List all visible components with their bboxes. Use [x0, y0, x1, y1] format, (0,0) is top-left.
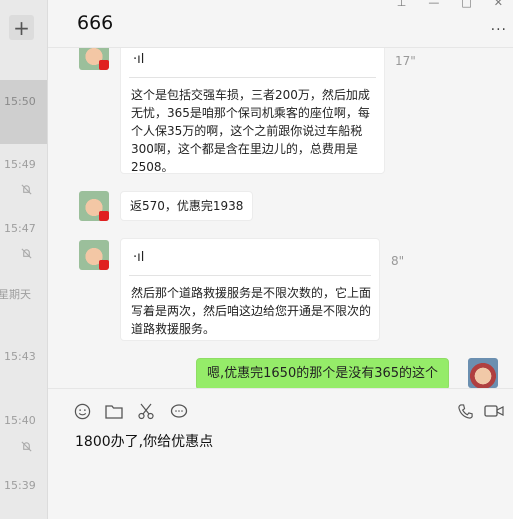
plus-icon: + — [13, 15, 30, 40]
mute-bell-icon — [21, 184, 32, 195]
window-controls: ⊥ — □ ✕ — [397, 0, 503, 9]
emoji-icon[interactable] — [73, 402, 91, 420]
self-avatar[interactable] — [468, 358, 498, 388]
message-input[interactable]: 1800办了,你给优惠点 — [75, 431, 213, 451]
message-list: ·ıl 这个是包括交强车损，三者200万，然后加成无忧，365是咱那个保司机乘客… — [48, 48, 513, 388]
self-text-message[interactable]: 嗯,优惠完1650的那个是没有365的这个 — [196, 358, 450, 388]
conversation-time: 15:50 — [4, 95, 36, 108]
voice-duration: 17" — [395, 54, 416, 68]
conversation-time: 15:39 — [4, 479, 36, 492]
voice-message[interactable]: ·ıl 这个是包括交强车损，三者200万，然后加成无忧，365是咱那个保司机乘客… — [120, 48, 385, 174]
folder-icon[interactable] — [105, 402, 123, 420]
phone-icon[interactable] — [456, 402, 474, 420]
input-area: 1800办了,你给优惠点 — [48, 388, 513, 519]
voice-transcript: 然后那个道路救援服务是不限次数的，它上面写着是两次，然后咱这边给您开通是不限次的… — [129, 275, 371, 346]
conversation-list: + 15:50 15:49 15:47 星期天 15:43 15:40 15:3… — [0, 0, 48, 519]
voice-duration: 8" — [391, 254, 405, 268]
more-icon[interactable]: ··· — [491, 22, 507, 38]
conversation-item-selected[interactable] — [0, 80, 47, 144]
scissors-icon[interactable] — [137, 402, 155, 420]
video-call-icon[interactable] — [483, 402, 505, 420]
conversation-time: 15:47 — [4, 222, 36, 235]
voice-transcript: 这个是包括交强车损，三者200万，然后加成无忧，365是咱那个保司机乘客的座位啊… — [129, 77, 376, 184]
maximize-icon[interactable]: □ — [461, 0, 471, 9]
conversation-time: 星期天 — [0, 288, 31, 301]
conversation-time: 15:49 — [4, 158, 36, 171]
avatar[interactable] — [79, 48, 109, 70]
mute-bell-icon — [21, 441, 32, 452]
conversation-time: 15:43 — [4, 350, 36, 363]
chat-bubble-icon[interactable] — [170, 402, 188, 420]
close-icon[interactable]: ✕ — [494, 0, 503, 9]
voice-message[interactable]: ·ıl 然后那个道路救援服务是不限次数的，它上面写着是两次，然后咱这边给您开通是… — [120, 238, 380, 341]
pin-icon[interactable]: ⊥ — [397, 0, 407, 9]
avatar[interactable] — [79, 191, 109, 221]
minimize-icon[interactable]: — — [428, 0, 439, 9]
chat-header: 666 ⊥ — □ ✕ ··· — [48, 0, 513, 48]
add-chat-button[interactable]: + — [9, 15, 34, 40]
chat-title: 666 — [77, 12, 114, 34]
text-message[interactable]: 返570，优惠完1938 — [120, 191, 254, 221]
voice-icon[interactable]: ·ıl — [121, 49, 384, 71]
avatar[interactable] — [79, 240, 109, 270]
mute-bell-icon — [21, 248, 32, 259]
conversation-time: 15:40 — [4, 414, 36, 427]
voice-icon[interactable]: ·ıl — [121, 247, 379, 269]
